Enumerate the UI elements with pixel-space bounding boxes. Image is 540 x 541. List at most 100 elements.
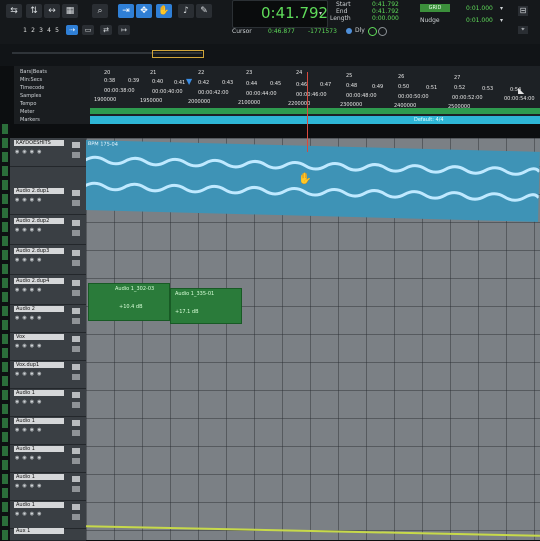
tab-to-transient-button[interactable]: ⇢ [66,25,78,35]
track-io-box[interactable] [72,402,80,408]
track-controls[interactable]: ◉◉◉◉ [15,399,44,405]
track-io-box[interactable] [72,142,80,148]
track-header[interactable]: Vox ◉◉◉◉ [10,332,86,361]
track-controls[interactable]: ◉◉◉◉ [15,371,44,377]
track-io-box[interactable] [72,374,80,380]
length-value[interactable]: 0:00.000 [372,15,399,22]
counter-dropdown-icon[interactable]: ▾ [319,10,322,17]
track-io-box[interactable] [72,250,80,256]
track-header[interactable]: Audio 1 ◉◉◉◉ [10,500,86,529]
playback-loop-icon[interactable] [378,27,387,36]
track-name[interactable]: Audio 1 [14,502,64,508]
spot-mode-button[interactable]: ⇅ [26,4,42,18]
ruler-label-min-secs[interactable]: Min:Secs [20,77,42,83]
track-name[interactable]: Aux 1 [14,528,64,534]
track-io-box[interactable] [72,476,80,482]
track-controls[interactable]: ◉◉◉◉ [15,343,44,349]
track-name[interactable]: Audio 2 [14,306,64,312]
start-value[interactable]: 0:41.792 [372,1,399,8]
track-io-box[interactable] [72,260,80,266]
zoom-preset-1[interactable]: 1 [22,27,28,35]
track-controls[interactable]: ◉◉◉◉ [15,315,44,321]
track-header[interactable]: Aux 1 [10,526,86,541]
grid-value[interactable]: 0:01.000 [466,5,493,12]
main-counter[interactable]: 0:41.792 ▾ [232,0,328,28]
track-header[interactable]: Audio 2.dup4 ◉◉◉◉ [10,276,86,305]
zoom-preset-4[interactable]: 4 [46,27,52,35]
record-loop-icon[interactable] [368,27,377,36]
universe-overview[interactable] [0,44,540,66]
track-io-box[interactable] [72,290,80,296]
scrubber-tool-icon[interactable]: ♪ [178,4,194,18]
overview-visible-region[interactable] [152,50,204,58]
track-header[interactable]: Audio 2.dup1 ◉◉◉◉ [10,186,86,215]
grid-mode-label[interactable]: GRID [420,4,450,12]
track-io-box[interactable] [72,152,80,158]
track-io-box[interactable] [72,190,80,196]
track-io-box[interactable] [72,220,80,226]
track-header[interactable]: Audio 2.dup3 ◉◉◉◉ [10,246,86,275]
track-controls[interactable]: ◉◉◉◉ [15,427,44,433]
track-header[interactable]: Audio 1 ◉◉◉◉ [10,416,86,445]
selector-tool-icon[interactable]: ✥ [136,4,152,18]
insertion-follows-playback-button[interactable]: ↦ [118,25,130,35]
track-header[interactable]: Vox.dup1 ◉◉◉◉ [10,360,86,389]
track-name[interactable]: KAYDOESHITS [14,140,64,146]
shuffle-mode-button[interactable]: ⇆ [6,4,22,18]
track-name[interactable]: Audio 1 [14,474,64,480]
track-io-box[interactable] [72,430,80,436]
track-name[interactable]: Vox [14,334,64,340]
track-controls[interactable]: ◉◉◉◉ [15,149,44,155]
track-io-box[interactable] [72,200,80,206]
track-io-box[interactable] [72,308,80,314]
ruler-label-timecode[interactable]: Timecode [20,85,44,91]
track-name[interactable]: Vox.dup1 [14,362,64,368]
track-io-box[interactable] [72,280,80,286]
track-io-box[interactable] [72,504,80,510]
ruler-label-markers[interactable]: Markers [20,117,40,123]
window-config-icon[interactable]: ⊟ [518,6,528,16]
grid-mode-button[interactable]: ▦ [62,4,78,18]
track-name[interactable]: Audio 1 [14,390,64,396]
tempo-ruler-bar[interactable] [90,108,540,114]
track-io-box[interactable] [72,448,80,454]
selection-end-marker-icon[interactable]: ◣ [518,86,524,95]
track-io-box[interactable] [72,336,80,342]
track-controls[interactable]: ◉◉◉◉ [15,257,44,263]
track-header[interactable]: Audio 2 ◉◉◉◉ [10,304,86,333]
track-controls[interactable]: ◉◉◉◉ [15,455,44,461]
mirror-midi-button[interactable]: ▭ [82,25,94,35]
nudge-value[interactable]: 0:01.000 [466,17,493,24]
zoom-preset-3[interactable]: 3 [38,27,44,35]
track-io-box[interactable] [72,420,80,426]
track-io-box[interactable] [72,230,80,236]
selection-start-marker-icon[interactable]: ▼ [186,77,192,86]
zoom-preset-5[interactable]: 5 [54,27,60,35]
track-io-box[interactable] [72,392,80,398]
track-header[interactable]: Audio 1 ◉◉◉◉ [10,388,86,417]
track-controls[interactable]: ◉◉◉◉ [15,511,44,517]
track-header[interactable]: Audio 2.dup2 ◉◉◉◉ [10,216,86,245]
ruler-label-samples[interactable]: Samples [20,93,41,99]
track-io-box[interactable] [72,364,80,370]
slip-mode-button[interactable]: ↔ [44,4,60,18]
zoom-toggle-icon[interactable]: ⌖ [518,26,528,34]
ruler-label-bars-beats[interactable]: Bars|Beats [20,69,47,75]
track-name[interactable]: Audio 2.dup3 [14,248,64,254]
track-controls[interactable]: ◉◉◉◉ [15,483,44,489]
track-io-box[interactable] [72,346,80,352]
meter-ruler-bar[interactable]: Default: 4/4 [90,116,540,124]
pre-post-roll-icon[interactable] [346,28,352,34]
grabber-tool-icon[interactable]: ✋ [156,4,172,18]
zoom-preset-2[interactable]: 2 [30,27,36,35]
audio-clip-b[interactable]: Audio 1_335-01 +17.1 dB [170,288,242,324]
nudge-dropdown-icon[interactable]: ▾ [500,17,503,24]
end-value[interactable]: 0:41.792 [372,8,399,15]
audio-clip-a[interactable]: Audio 1_302-03 +10.4 dB [88,283,170,321]
track-controls[interactable]: ◉◉◉◉ [15,197,44,203]
beat-audio-clip[interactable]: BPM 175-04 [84,140,540,222]
track-name[interactable]: Audio 1 [14,418,64,424]
track-controls[interactable]: ◉◉◉◉ [15,227,44,233]
track-header[interactable]: Audio 1 ◉◉◉◉ [10,472,86,501]
track-name[interactable]: Audio 2.dup1 [14,188,64,194]
